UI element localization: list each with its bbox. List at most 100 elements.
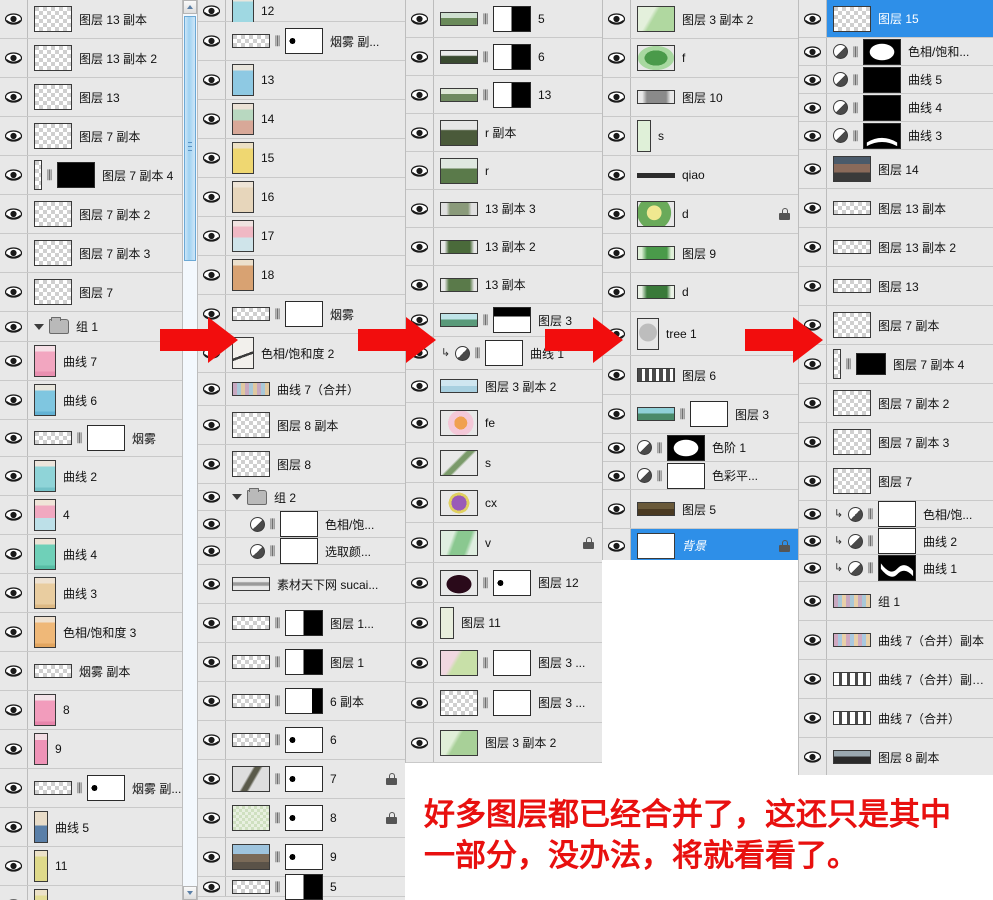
- layer-thumbnail[interactable]: [34, 460, 56, 492]
- layer-mask-thumbnail[interactable]: [856, 353, 886, 375]
- eye-icon[interactable]: [0, 691, 28, 729]
- layer-row-content[interactable]: 曲线 7（合并）: [827, 699, 993, 737]
- layer-mask-thumbnail[interactable]: [863, 66, 901, 93]
- layer-row[interactable]: 图层 13: [0, 78, 182, 117]
- layer-mask-thumbnail[interactable]: [863, 122, 901, 149]
- eye-icon[interactable]: [603, 529, 631, 560]
- layer-mask-thumbnail[interactable]: [285, 873, 323, 900]
- eye-icon[interactable]: [799, 189, 827, 227]
- layer-thumbnail[interactable]: [440, 529, 478, 556]
- adjustment-layer-icon[interactable]: [455, 345, 470, 361]
- layer-mask-thumbnail[interactable]: [493, 5, 531, 32]
- layer-row[interactable]: qiao: [603, 156, 798, 195]
- layer-row-content[interactable]: 曲线 6: [28, 381, 182, 419]
- eye-icon[interactable]: [799, 228, 827, 266]
- layer-thumbnail[interactable]: [637, 285, 675, 299]
- layer-mask-thumbnail[interactable]: [878, 501, 916, 527]
- layer-row[interactable]: 12: [198, 0, 405, 27]
- layer-thumbnail[interactable]: [232, 64, 254, 96]
- layer-row[interactable]: f: [603, 39, 798, 78]
- layer-thumbnail[interactable]: [637, 317, 659, 350]
- eye-icon[interactable]: [0, 0, 28, 38]
- layer-row[interactable]: 曲线 7: [0, 342, 182, 381]
- eye-icon[interactable]: [0, 234, 28, 272]
- layer-thumbnail[interactable]: [232, 879, 270, 894]
- adjustment-layer-icon[interactable]: [833, 128, 848, 143]
- layer-row[interactable]: d: [603, 195, 798, 234]
- layer-row[interactable]: ↳ ⫼ 曲线 1: [799, 555, 993, 582]
- adjustment-layer-icon[interactable]: [833, 72, 848, 87]
- layer-thumbnail[interactable]: [232, 451, 270, 477]
- eye-icon[interactable]: [406, 228, 434, 265]
- layer-row[interactable]: 图层 8 副本: [799, 738, 993, 775]
- layer-row-content[interactable]: 11: [28, 847, 182, 885]
- layer-row[interactable]: ⫼ 曲线 5: [799, 66, 993, 94]
- layer-thumbnail[interactable]: [637, 45, 675, 71]
- link-icon[interactable]: ⫼: [274, 733, 281, 748]
- link-icon[interactable]: ⫼: [269, 517, 276, 532]
- layer-thumbnail[interactable]: [637, 120, 651, 152]
- eye-icon[interactable]: [799, 501, 827, 527]
- layer-thumbnail[interactable]: [440, 87, 478, 102]
- layer-mask-thumbnail[interactable]: [57, 162, 95, 188]
- layer-row-content[interactable]: ⫼ 曲线 5: [827, 66, 993, 93]
- layer-row-content[interactable]: 12: [28, 886, 182, 900]
- layer-mask-thumbnail[interactable]: [667, 462, 705, 489]
- eye-icon[interactable]: [198, 373, 226, 405]
- layer-row-content[interactable]: ⫼ 图层 3 ...: [434, 643, 602, 682]
- layer-row[interactable]: 曲线 7（合并）: [799, 699, 993, 738]
- layer-row[interactable]: cx: [406, 483, 602, 523]
- layer-thumbnail[interactable]: [833, 349, 841, 379]
- eye-icon[interactable]: [198, 760, 226, 798]
- layer-row[interactable]: 图层 8 副本: [198, 406, 405, 445]
- layer-row[interactable]: ⫼ 7: [198, 760, 405, 799]
- layer-thumbnail[interactable]: [833, 711, 871, 725]
- layer-row-content[interactable]: ⫼ 6 副本: [226, 682, 405, 720]
- layer-mask-thumbnail[interactable]: [493, 569, 531, 596]
- layer-thumbnail[interactable]: [232, 616, 270, 630]
- eye-icon[interactable]: [0, 117, 28, 155]
- layer-row[interactable]: 4: [0, 496, 182, 535]
- layer-row-content[interactable]: fe: [434, 403, 602, 442]
- eye-icon[interactable]: [603, 78, 631, 116]
- layer-row[interactable]: ↳ ⫼ 曲线 2: [799, 528, 993, 555]
- layer-row-content[interactable]: 8: [28, 691, 182, 729]
- layer-thumbnail[interactable]: [34, 733, 48, 765]
- layer-thumbnail[interactable]: [34, 201, 72, 227]
- layer-mask-thumbnail[interactable]: [285, 301, 323, 327]
- eye-icon[interactable]: [198, 604, 226, 642]
- layer-row[interactable]: 曲线 2: [0, 457, 182, 496]
- layer-thumbnail[interactable]: [833, 672, 871, 686]
- layer-thumbnail[interactable]: [34, 811, 48, 843]
- layer-thumbnail[interactable]: [34, 694, 56, 726]
- eye-icon[interactable]: [603, 195, 631, 233]
- layer-thumbnail[interactable]: [34, 123, 72, 149]
- layer-row[interactable]: ⫼ 烟雾 副...: [0, 769, 182, 808]
- link-icon[interactable]: ⫼: [482, 655, 489, 670]
- link-icon[interactable]: ⫼: [679, 407, 686, 422]
- eye-icon[interactable]: [799, 150, 827, 188]
- layer-row[interactable]: 图层 7 副本 2: [799, 384, 993, 423]
- eye-icon[interactable]: [0, 273, 28, 311]
- layer-thumbnail[interactable]: [232, 34, 270, 48]
- layer-thumbnail[interactable]: [833, 390, 871, 416]
- layer-row-content[interactable]: 4: [28, 496, 182, 534]
- layer-row[interactable]: 烟雾 副本: [0, 652, 182, 691]
- layer-row-content[interactable]: ⫼ 图层 7 副本 4: [827, 345, 993, 383]
- layer-thumbnail[interactable]: [440, 11, 478, 26]
- layer-thumbnail[interactable]: [440, 606, 454, 639]
- layer-thumbnail[interactable]: [637, 6, 675, 32]
- layer-thumbnail[interactable]: [232, 103, 254, 135]
- layer-row[interactable]: ⫼ 图层 12: [406, 563, 602, 603]
- link-icon[interactable]: ⫼: [852, 128, 859, 143]
- layer-row[interactable]: 图层 8: [198, 445, 405, 484]
- layer-row-content[interactable]: ⫼ 5: [434, 0, 602, 37]
- eye-icon[interactable]: [799, 462, 827, 500]
- layer-row[interactable]: ⫼ 图层 7 副本 4: [0, 156, 182, 195]
- layer-row-content[interactable]: f: [631, 39, 798, 77]
- eye-icon[interactable]: [406, 563, 434, 602]
- layer-row-content[interactable]: v: [434, 523, 602, 562]
- layer-row[interactable]: ⫼ 图层 3 ...: [406, 643, 602, 683]
- eye-icon[interactable]: [198, 0, 226, 21]
- layer-row-content[interactable]: 组 2: [226, 484, 405, 510]
